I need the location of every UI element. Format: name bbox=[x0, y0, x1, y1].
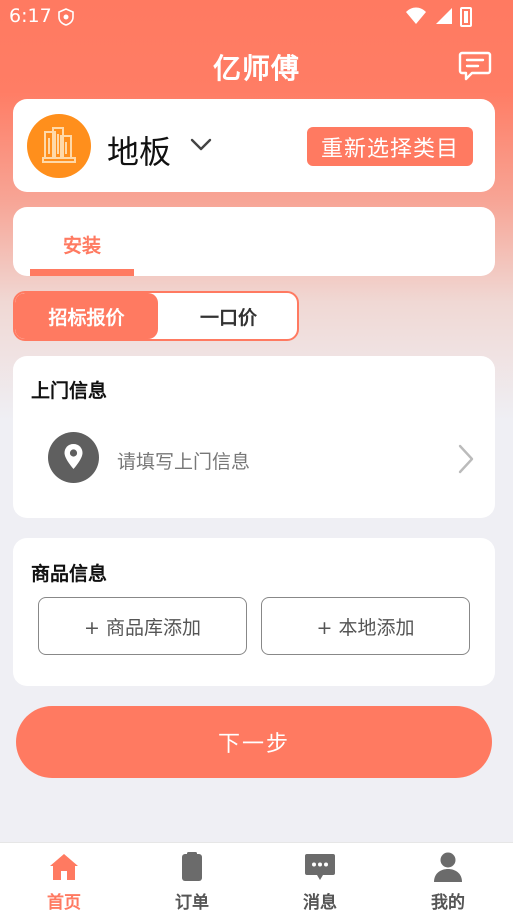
nav-label-profile: 我的 bbox=[431, 893, 465, 913]
battery-icon bbox=[460, 7, 472, 27]
bottom-navigation: 首页 订单 消息 我的 bbox=[0, 842, 513, 915]
visit-info-row[interactable]: 请填写上门信息 bbox=[13, 426, 495, 490]
chat-bubble-icon bbox=[305, 854, 335, 880]
goods-info-card: 商品信息 + 商品库添加 + 本地添加 bbox=[13, 538, 495, 686]
nav-label-messages: 消息 bbox=[303, 893, 337, 913]
status-time: 6:17 bbox=[9, 5, 52, 27]
home-icon bbox=[50, 854, 78, 880]
goods-info-title: 商品信息 bbox=[31, 563, 108, 585]
nav-item-messages[interactable]: 消息 bbox=[256, 843, 384, 915]
visit-info-card: 上门信息 请填写上门信息 bbox=[13, 356, 495, 518]
bid-quote-option[interactable]: 招标报价 bbox=[15, 293, 158, 339]
visit-info-placeholder: 请填写上门信息 bbox=[117, 451, 251, 473]
wifi-icon bbox=[406, 7, 426, 24]
add-from-library-button[interactable]: + 商品库添加 bbox=[38, 597, 247, 655]
visit-info-title: 上门信息 bbox=[31, 380, 108, 402]
clipboard-icon bbox=[182, 852, 202, 881]
location-pin-badge bbox=[48, 432, 99, 483]
category-avatar bbox=[27, 114, 91, 178]
tab-install[interactable]: 安装 bbox=[63, 231, 101, 258]
person-icon bbox=[434, 852, 462, 882]
category-card: 地板 重新选择类目 bbox=[13, 99, 495, 192]
status-bar: 6:17 bbox=[0, 0, 513, 34]
floor-category-icon bbox=[42, 127, 76, 163]
tab-active-indicator bbox=[30, 269, 134, 276]
next-step-button[interactable]: 下一步 bbox=[16, 706, 492, 778]
pricing-mode-toggle: 招标报价 一口价 bbox=[13, 291, 299, 341]
location-pin-icon bbox=[64, 444, 83, 469]
category-name[interactable]: 地板 bbox=[107, 127, 171, 173]
nav-item-orders[interactable]: 订单 bbox=[128, 843, 256, 915]
nav-item-home[interactable]: 首页 bbox=[0, 843, 128, 915]
nav-item-profile[interactable]: 我的 bbox=[384, 843, 512, 915]
app-title: 亿师傅 bbox=[212, 52, 300, 85]
nav-label-orders: 订单 bbox=[175, 893, 209, 913]
nav-label-home: 首页 bbox=[47, 893, 81, 913]
fixed-price-option[interactable]: 一口价 bbox=[158, 293, 297, 339]
message-icon[interactable] bbox=[458, 50, 492, 82]
add-local-button[interactable]: + 本地添加 bbox=[261, 597, 470, 655]
service-tab-card: 安装 bbox=[13, 207, 495, 276]
chevron-right-icon bbox=[458, 444, 474, 474]
cellular-signal-icon bbox=[436, 8, 452, 24]
security-shield-icon bbox=[58, 8, 74, 26]
reselect-category-button[interactable]: 重新选择类目 bbox=[307, 127, 473, 166]
chevron-down-icon[interactable] bbox=[189, 137, 213, 153]
